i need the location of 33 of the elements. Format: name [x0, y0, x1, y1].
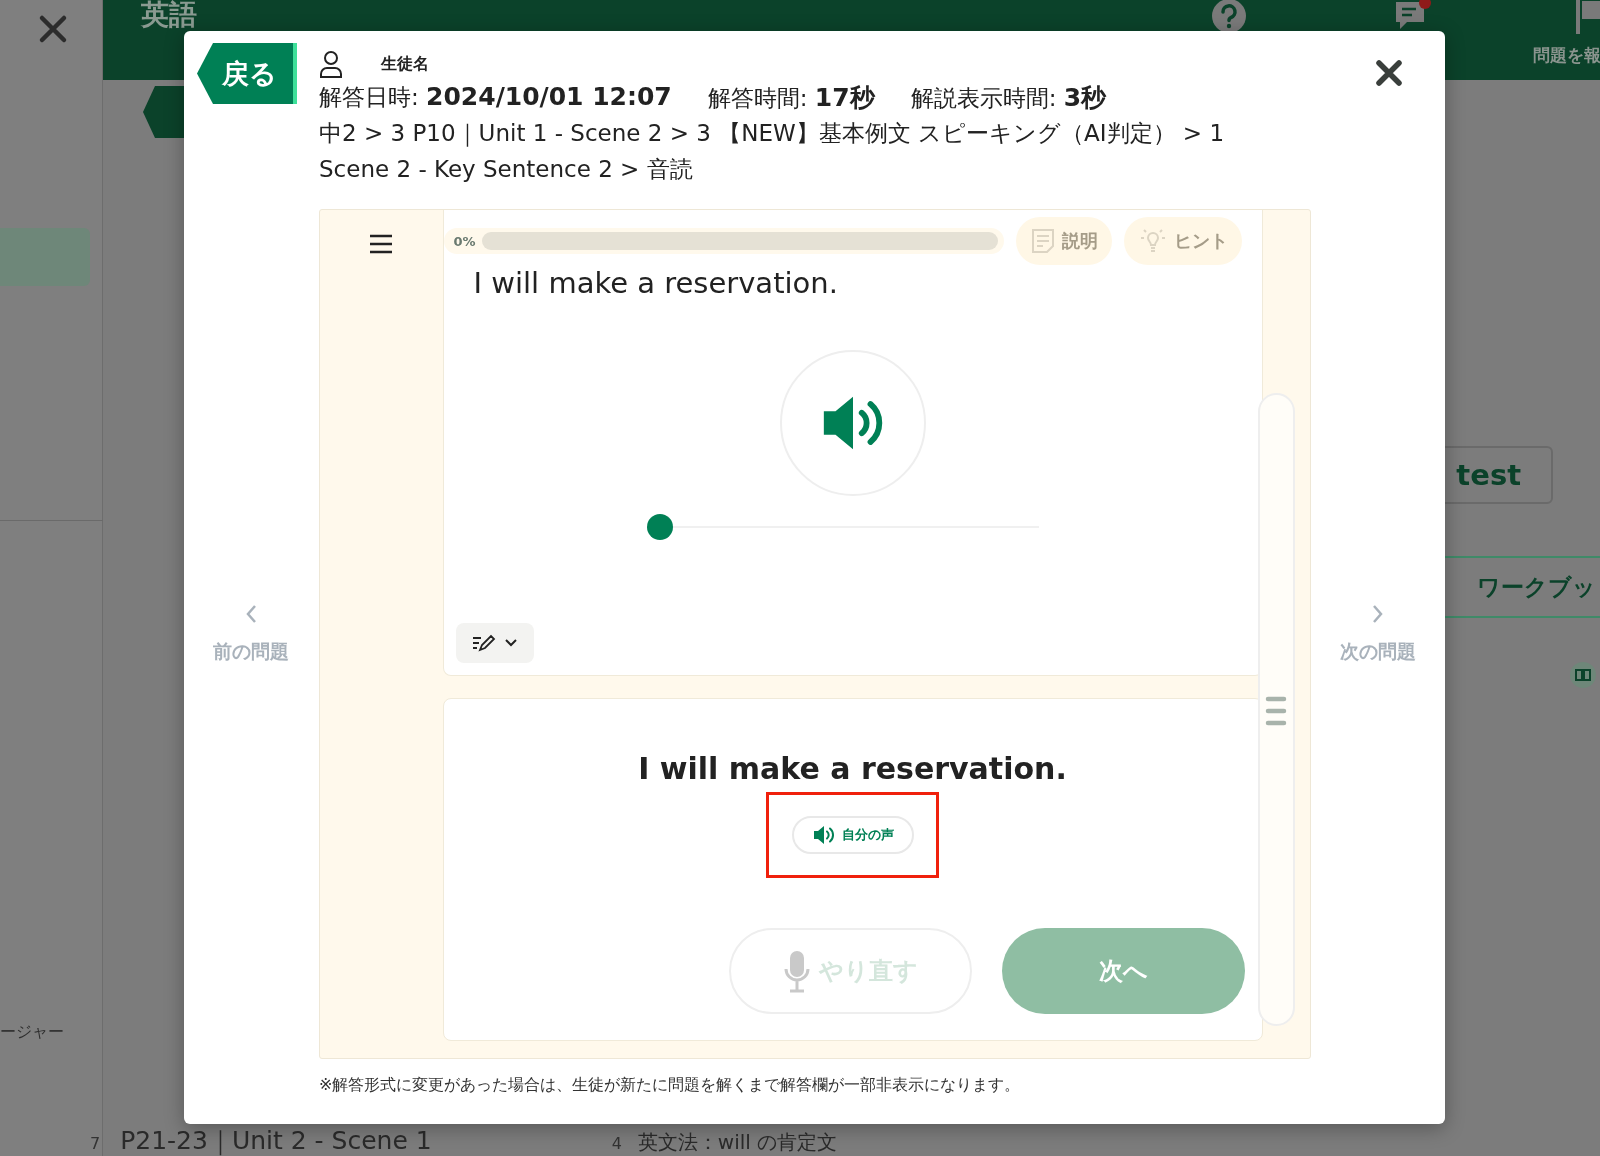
person-icon — [319, 50, 343, 78]
prompt-text: I will make a reservation. — [472, 266, 839, 300]
own-voice-button[interactable]: 自分の声 — [791, 816, 914, 854]
sidebar-label[interactable]: ージャー — [0, 1022, 64, 1043]
row-number: 4 — [611, 1134, 622, 1153]
meta-text: 解説表示時間: 3秒 — [910, 81, 1107, 114]
student-name: 生徒名 — [381, 53, 429, 75]
progress-label: 0% — [453, 233, 476, 249]
previous-link[interactable]: 前の問題 — [213, 639, 290, 665]
meta-text: 解答時間: 17秒 — [707, 81, 875, 114]
answer-text: I will make a reservation. — [638, 751, 1067, 786]
row-title[interactable]: P21-23｜Unit 2 - Scene 1 — [120, 1124, 432, 1156]
breadcrumb: 中2 > 3 P10｜Unit 1 - Scene 2 > 3 【NEW】基本例文 スピーキング（AI判定） > 1 Scene 2 - Key Sentence 2 > 音読 — [319, 119, 1226, 184]
footnote: ※解答形式に変更があった場合は、生徒が新たに問題を解くまで解答欄が一部非表示になります。 — [318, 1074, 1022, 1096]
drag-handle-icon[interactable] — [1265, 695, 1287, 727]
pencil-list-icon — [471, 634, 496, 652]
document-icon — [1029, 227, 1056, 255]
microphone-icon — [782, 949, 811, 993]
flag-icon[interactable] — [1575, 0, 1600, 36]
speaker-icon — [811, 823, 836, 847]
back-button[interactable]: 戻る — [197, 43, 297, 104]
header-title: 英語 — [141, 0, 197, 30]
next-link[interactable]: 次の問題 — [1339, 639, 1416, 665]
row-number: 7 — [90, 1134, 101, 1153]
menu-icon[interactable] — [369, 234, 393, 254]
notes-dropdown[interactable] — [455, 623, 534, 663]
row-title[interactable]: 英文法：will の肯定文 — [637, 1129, 838, 1156]
help-icon[interactable] — [1211, 0, 1247, 34]
chevron-down-icon — [503, 638, 518, 648]
meta-text: 解答日時: 2024/10/01 12:07 — [319, 81, 672, 113]
audio-slider[interactable] — [646, 514, 1039, 540]
book-icon — [1570, 662, 1596, 688]
close-icon[interactable] — [1375, 59, 1403, 87]
